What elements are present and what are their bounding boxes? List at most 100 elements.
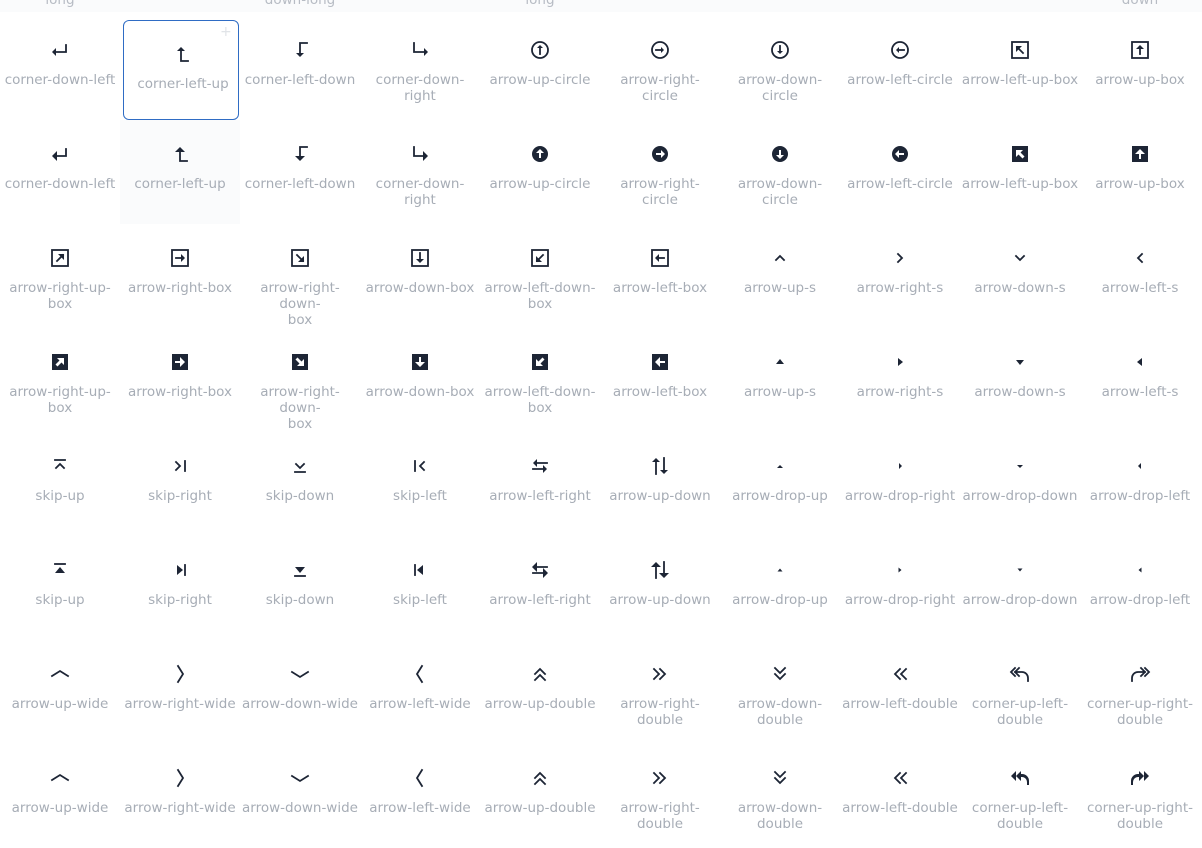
icon-label: arrow-drop-up	[732, 488, 828, 504]
icon-tile-skip-down[interactable]: skip-down	[240, 432, 360, 536]
icon-tile-arrow-drop-down[interactable]: arrow-drop-down	[960, 536, 1080, 640]
icon-tile-arrow-right-double[interactable]: arrow-right-double	[600, 744, 720, 848]
icon-tile-arrow-down-wide[interactable]: arrow-down-wide	[240, 744, 360, 848]
icon-tile-arrow-up-s[interactable]: arrow-up-s	[720, 224, 840, 328]
icon-tile-arrow-drop-left[interactable]: arrow-drop-left	[1080, 536, 1200, 640]
icon-tile-arrow-right-double[interactable]: arrow-right-double	[600, 640, 720, 744]
icon-tile-corner-left-up[interactable]: corner-left-up	[120, 120, 240, 224]
icon-tile-skip-left[interactable]: skip-left	[360, 432, 480, 536]
icon-tile-arrow-right-s[interactable]: arrow-right-s	[840, 328, 960, 432]
icon-tile-arrow-drop-up[interactable]: arrow-drop-up	[720, 432, 840, 536]
icon-tile-arrow-up-circle[interactable]: arrow-up-circle	[480, 120, 600, 224]
icon-tile-arrow-down-s[interactable]: arrow-down-s	[960, 328, 1080, 432]
icon-tile-skip-left[interactable]: skip-left	[360, 536, 480, 640]
icon-tile-corner-left-down[interactable]: corner-left-down	[240, 16, 360, 120]
icon-tile-corner-left-up[interactable]: corner-left-up +	[123, 20, 239, 120]
icon-tile-arrow-drop-right[interactable]: arrow-drop-right	[840, 536, 960, 640]
icon-tile-arrow-left-double[interactable]: arrow-left-double	[840, 744, 960, 848]
icon-tile-skip-right[interactable]: skip-right	[120, 536, 240, 640]
arrow-left-up-box-fill-icon	[1008, 142, 1032, 166]
arrow-down-double-fill-icon	[768, 766, 792, 790]
icon-label: skip-right	[148, 592, 212, 608]
arrow-up-circle-fill-icon	[528, 142, 552, 166]
icon-tile-corner-up-left-double[interactable]: corner-up-left-double	[960, 640, 1080, 744]
icon-tile-arrow-drop-down[interactable]: arrow-drop-down	[960, 432, 1080, 536]
icon-tile-arrow-down-wide[interactable]: arrow-down-wide	[240, 640, 360, 744]
icon-tile-arrow-down-circle[interactable]: arrow-down-circle	[720, 120, 840, 224]
icon-tile-arrow-right-box[interactable]: arrow-right-box	[120, 328, 240, 432]
icon-label: arrow-right-double	[620, 800, 700, 832]
icon-tile-arrow-drop-left[interactable]: arrow-drop-left	[1080, 432, 1200, 536]
icon-tile-corner-down-right[interactable]: corner-down-right	[360, 120, 480, 224]
icon-tile-arrow-left-circle[interactable]: arrow-left-circle	[840, 16, 960, 120]
icon-tile-arrow-up-double[interactable]: arrow-up-double	[480, 640, 600, 744]
icon-label: arrow-drop-right	[844, 592, 956, 608]
icon-tile-arrow-left-right[interactable]: arrow-left-right	[480, 432, 600, 536]
arrow-right-wide-icon	[168, 662, 192, 686]
icon-tile-arrow-right-box[interactable]: arrow-right-box	[120, 224, 240, 328]
icon-tile-arrow-left-wide[interactable]: arrow-left-wide	[360, 640, 480, 744]
arrow-right-circle-fill-icon	[648, 142, 672, 166]
icon-tile-arrow-left-s[interactable]: arrow-left-s	[1080, 224, 1200, 328]
icon-label: arrow-left-s	[1101, 280, 1179, 296]
icon-tile-arrow-right-wide[interactable]: arrow-right-wide	[120, 744, 240, 848]
icon-tile-arrow-left-box[interactable]: arrow-left-box	[600, 328, 720, 432]
icon-label: skip-left	[393, 592, 447, 608]
icon-tile-arrow-right-wide[interactable]: arrow-right-wide	[120, 640, 240, 744]
icon-tile-arrow-down-double[interactable]: arrow-down-double	[720, 744, 840, 848]
icon-label: arrow-right-box	[127, 384, 232, 400]
corner-down-left-icon	[48, 38, 72, 62]
arrow-left-box-icon	[648, 246, 672, 270]
icon-tile-arrow-up-circle[interactable]: arrow-up-circle	[480, 16, 600, 120]
icon-tile-corner-down-right[interactable]: corner-down-right	[360, 16, 480, 120]
icon-tile-corner-up-left-double[interactable]: corner-up-left-double	[960, 744, 1080, 848]
icon-tile-arrow-left-up-box[interactable]: arrow-left-up-box	[960, 120, 1080, 224]
icon-tile-arrow-right-up-box[interactable]: arrow-right-up-box	[0, 224, 120, 328]
icon-tile-arrow-down-circle[interactable]: arrow-down-circle	[720, 16, 840, 120]
icon-tile-arrow-left-box[interactable]: arrow-left-box	[600, 224, 720, 328]
icon-tile-arrow-right-down-box[interactable]: arrow-right-down-box	[240, 224, 360, 328]
icon-tile-arrow-left-wide[interactable]: arrow-left-wide	[360, 744, 480, 848]
icon-tile-arrow-down-box[interactable]: arrow-down-box	[360, 224, 480, 328]
icon-tile-arrow-up-down[interactable]: arrow-up-down	[600, 432, 720, 536]
icon-tile-arrow-up-wide[interactable]: arrow-up-wide	[0, 744, 120, 848]
icon-tile-arrow-left-right[interactable]: arrow-left-right	[480, 536, 600, 640]
arrow-right-wide-fill-icon	[168, 766, 192, 790]
icon-tile-arrow-right-s[interactable]: arrow-right-s	[840, 224, 960, 328]
icon-tile-arrow-up-box[interactable]: arrow-up-box	[1080, 16, 1200, 120]
icon-tile-arrow-up-wide[interactable]: arrow-up-wide	[0, 640, 120, 744]
icon-tile-arrow-left-s[interactable]: arrow-left-s	[1080, 328, 1200, 432]
icon-tile-skip-up[interactable]: skip-up	[0, 536, 120, 640]
icon-tile-arrow-right-circle[interactable]: arrow-right-circle	[600, 120, 720, 224]
icon-tile-skip-down[interactable]: skip-down	[240, 536, 360, 640]
icon-label: arrow-up-box	[1095, 72, 1185, 88]
icon-tile-arrow-left-down-box[interactable]: arrow-left-down-box	[480, 328, 600, 432]
icon-tile-arrow-right-down-box[interactable]: arrow-right-down-box	[240, 328, 360, 432]
icon-tile-arrow-left-circle[interactable]: arrow-left-circle	[840, 120, 960, 224]
icon-tile-arrow-up-double[interactable]: arrow-up-double	[480, 744, 600, 848]
icon-tile-skip-right[interactable]: skip-right	[120, 432, 240, 536]
icon-tile-skip-up[interactable]: skip-up	[0, 432, 120, 536]
icon-tile-arrow-up-down[interactable]: arrow-up-down	[600, 536, 720, 640]
icon-tile-corner-left-down[interactable]: corner-left-down	[240, 120, 360, 224]
icon-tile-arrow-left-double[interactable]: arrow-left-double	[840, 640, 960, 744]
icon-tile-corner-up-right-double[interactable]: corner-up-right-double	[1080, 744, 1200, 848]
icon-tile-arrow-down-box[interactable]: arrow-down-box	[360, 328, 480, 432]
add-icon[interactable]: +	[220, 25, 232, 39]
icon-label: skip-left	[393, 488, 447, 504]
icon-label: arrow-left-wide	[369, 800, 471, 816]
icon-tile-corner-down-left[interactable]: corner-down-left	[0, 16, 120, 120]
icon-tile-arrow-down-double[interactable]: arrow-down-double	[720, 640, 840, 744]
icon-tile-arrow-up-box[interactable]: arrow-up-box	[1080, 120, 1200, 224]
icon-tile-arrow-down-s[interactable]: arrow-down-s	[960, 224, 1080, 328]
arrow-drop-up-fill-icon	[768, 558, 792, 582]
icon-tile-corner-down-left[interactable]: corner-down-left	[0, 120, 120, 224]
icon-tile-arrow-up-s[interactable]: arrow-up-s	[720, 328, 840, 432]
icon-tile-arrow-drop-right[interactable]: arrow-drop-right	[840, 432, 960, 536]
icon-tile-arrow-right-circle[interactable]: arrow-right-circle	[600, 16, 720, 120]
icon-tile-arrow-left-up-box[interactable]: arrow-left-up-box	[960, 16, 1080, 120]
icon-tile-corner-up-right-double[interactable]: corner-up-right-double	[1080, 640, 1200, 744]
icon-tile-arrow-left-down-box[interactable]: arrow-left-down-box	[480, 224, 600, 328]
icon-tile-arrow-right-up-box[interactable]: arrow-right-up-box	[0, 328, 120, 432]
icon-tile-arrow-drop-up[interactable]: arrow-drop-up	[720, 536, 840, 640]
